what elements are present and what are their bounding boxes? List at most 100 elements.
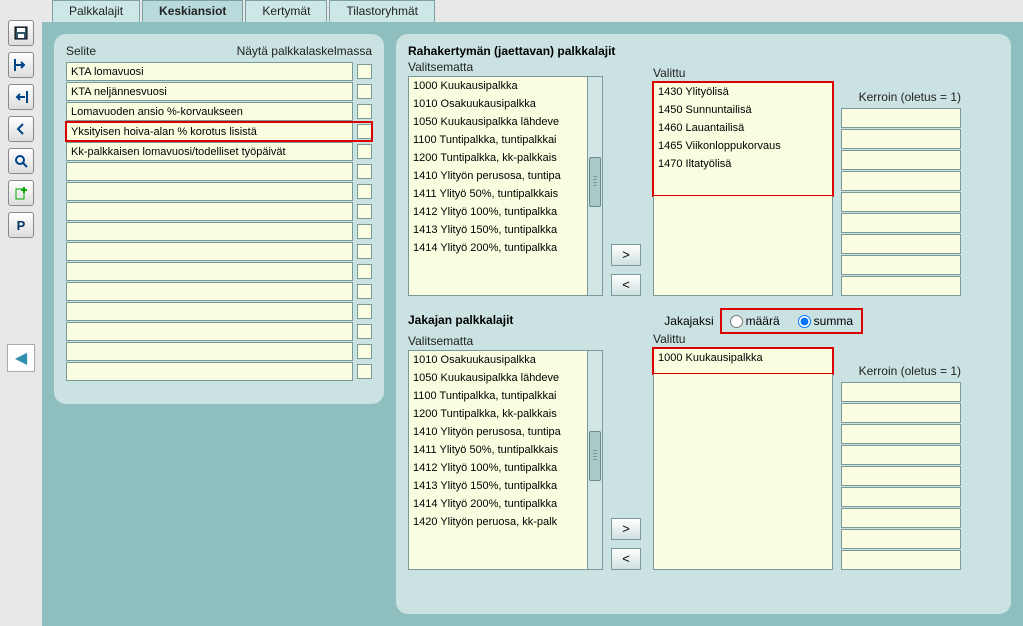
show-checkbox[interactable] <box>357 64 372 79</box>
list-item[interactable]: 1410 Ylityön perusosa, tuntipa <box>409 423 587 441</box>
list-item[interactable]: 1010 Osakuukausipalkka <box>409 95 587 113</box>
show-checkbox[interactable] <box>357 284 372 299</box>
selite-input[interactable] <box>66 282 353 301</box>
list-item[interactable]: 1460 Lauantailisä <box>654 119 832 137</box>
selite-input[interactable] <box>66 362 353 381</box>
s2-add-button[interactable]: > <box>611 518 641 540</box>
selite-input[interactable] <box>66 342 353 361</box>
list-item[interactable]: 1050 Kuukausipalkka lähdeve <box>409 369 587 387</box>
show-checkbox[interactable] <box>357 304 372 319</box>
selite-input[interactable] <box>66 62 353 81</box>
list-item[interactable]: 1412 Ylityö 100%, tuntipalkka <box>409 203 587 221</box>
kerroin-input[interactable] <box>841 255 961 275</box>
selite-input[interactable] <box>66 102 353 121</box>
show-checkbox[interactable] <box>357 164 372 179</box>
list-item[interactable]: 1420 Ylityön peruosa, kk-palk <box>409 513 587 531</box>
list-item[interactable]: 1200 Tuntipalkka, kk-palkkais <box>409 149 587 167</box>
list-item[interactable]: 1200 Tuntipalkka, kk-palkkais <box>409 405 587 423</box>
selite-input[interactable] <box>66 142 353 161</box>
back-icon[interactable] <box>8 116 34 142</box>
show-checkbox[interactable] <box>357 344 372 359</box>
selite-input[interactable] <box>66 322 353 341</box>
show-checkbox[interactable] <box>357 144 372 159</box>
list-item[interactable]: 1465 Viikonloppukorvaus <box>654 137 832 155</box>
list-item[interactable]: 1000 Kuukausipalkka <box>654 349 832 367</box>
kerroin-input[interactable] <box>841 445 961 465</box>
kerroin-input[interactable] <box>841 424 961 444</box>
s1-selected-list[interactable]: 1430 Ylityölisä1450 Sunnuntailisä1460 La… <box>653 82 833 196</box>
selite-input[interactable] <box>66 202 353 221</box>
selite-input[interactable] <box>66 302 353 321</box>
kerroin-input[interactable] <box>841 129 961 149</box>
s1-selected-rest[interactable] <box>653 196 833 296</box>
s2-unselected-list[interactable]: 1010 Osakuukausipalkka1050 Kuukausipalkk… <box>408 350 588 570</box>
show-checkbox[interactable] <box>357 364 372 379</box>
kerroin-input[interactable] <box>841 466 961 486</box>
s2-selected-list[interactable]: 1000 Kuukausipalkka <box>653 348 833 374</box>
list-item[interactable]: 1470 Iltatyölisä <box>654 155 832 173</box>
s2-selected-rest[interactable] <box>653 374 833 570</box>
show-checkbox[interactable] <box>357 244 372 259</box>
list-item[interactable]: 1411 Ylityö 50%, tuntipalkkais <box>409 185 587 203</box>
list-item[interactable]: 1050 Kuukausipalkka lähdeve <box>409 113 587 131</box>
show-checkbox[interactable] <box>357 124 372 139</box>
list-item[interactable]: 1100 Tuntipalkka, tuntipalkkai <box>409 387 587 405</box>
show-checkbox[interactable] <box>357 184 372 199</box>
add-icon[interactable] <box>8 180 34 206</box>
s2-remove-button[interactable]: < <box>611 548 641 570</box>
radio-summa[interactable]: summa <box>798 314 853 328</box>
kerroin-input[interactable] <box>841 403 961 423</box>
radio-maara[interactable]: määrä <box>730 314 780 328</box>
list-item[interactable]: 1100 Tuntipalkka, tuntipalkkai <box>409 131 587 149</box>
tab-kertymät[interactable]: Kertymät <box>245 0 327 22</box>
kerroin-input[interactable] <box>841 213 961 233</box>
list-item[interactable]: 1413 Ylityö 150%, tuntipalkka <box>409 477 587 495</box>
kerroin-input[interactable] <box>841 192 961 212</box>
list-item[interactable]: 1412 Ylityö 100%, tuntipalkka <box>409 459 587 477</box>
list-item[interactable]: 1000 Kuukausipalkka <box>409 77 587 95</box>
kerroin-input[interactable] <box>841 508 961 528</box>
show-checkbox[interactable] <box>357 264 372 279</box>
list-item[interactable]: 1010 Osakuukausipalkka <box>409 351 587 369</box>
show-checkbox[interactable] <box>357 224 372 239</box>
list-item[interactable]: 1414 Ylityö 200%, tuntipalkka <box>409 495 587 513</box>
show-checkbox[interactable] <box>357 324 372 339</box>
selite-input[interactable] <box>66 242 353 261</box>
kerroin-input[interactable] <box>841 150 961 170</box>
kerroin-input[interactable] <box>841 529 961 549</box>
list-item[interactable]: 1430 Ylityölisä <box>654 83 832 101</box>
show-checkbox[interactable] <box>357 84 372 99</box>
list-item[interactable]: 1450 Sunnuntailisä <box>654 101 832 119</box>
kerroin-input[interactable] <box>841 276 961 296</box>
selite-input[interactable] <box>66 82 353 101</box>
scrollbar[interactable] <box>587 350 603 570</box>
p-button[interactable]: P <box>8 212 34 238</box>
zoom-icon[interactable] <box>8 148 34 174</box>
save-icon[interactable] <box>8 20 34 46</box>
import-icon[interactable] <box>8 52 34 78</box>
tab-palkkalajit[interactable]: Palkkalajit <box>52 0 140 22</box>
export-icon[interactable] <box>8 84 34 110</box>
kerroin-input[interactable] <box>841 382 961 402</box>
selite-input[interactable] <box>66 122 353 141</box>
selite-input[interactable] <box>66 262 353 281</box>
kerroin-input[interactable] <box>841 171 961 191</box>
selite-input[interactable] <box>66 162 353 181</box>
s1-unselected-list[interactable]: 1000 Kuukausipalkka1010 Osakuukausipalkk… <box>408 76 588 296</box>
selite-input[interactable] <box>66 182 353 201</box>
kerroin-input[interactable] <box>841 108 961 128</box>
list-item[interactable]: 1410 Ylityön perusosa, tuntipa <box>409 167 587 185</box>
kerroin-input[interactable] <box>841 550 961 570</box>
kerroin-input[interactable] <box>841 234 961 254</box>
s1-add-button[interactable]: > <box>611 244 641 266</box>
s1-remove-button[interactable]: < <box>611 274 641 296</box>
list-item[interactable]: 1411 Ylityö 50%, tuntipalkkais <box>409 441 587 459</box>
kerroin-input[interactable] <box>841 487 961 507</box>
selite-input[interactable] <box>66 222 353 241</box>
list-item[interactable]: 1413 Ylityö 150%, tuntipalkka <box>409 221 587 239</box>
list-item[interactable]: 1414 Ylityö 200%, tuntipalkka <box>409 239 587 257</box>
collapse-icon[interactable]: ◀ <box>7 344 35 372</box>
tab-tilastoryhmät[interactable]: Tilastoryhmät <box>329 0 435 22</box>
show-checkbox[interactable] <box>357 204 372 219</box>
tab-keskiansiot[interactable]: Keskiansiot <box>142 0 243 22</box>
